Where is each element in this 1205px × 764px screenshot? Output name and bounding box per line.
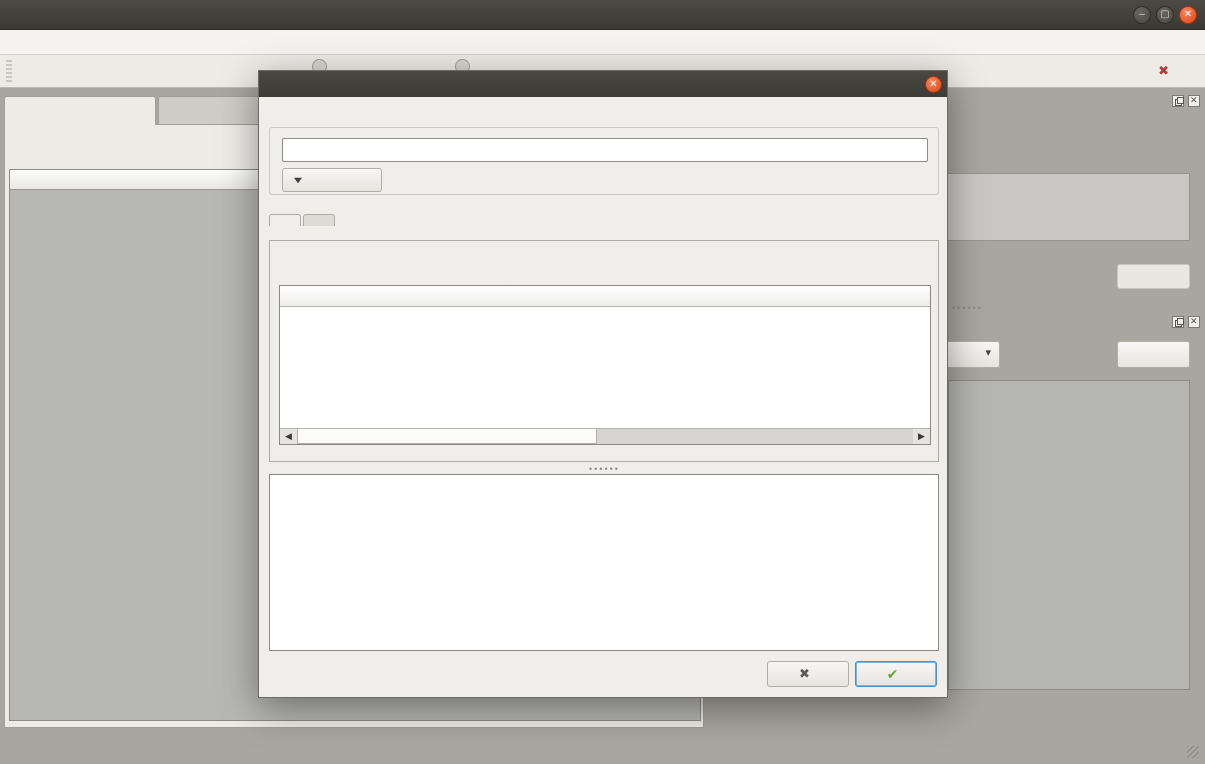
fields-tab-panel: ◀ ▶: [269, 240, 939, 462]
dock-close-icon[interactable]: [1188, 95, 1200, 107]
close-database-icon: ✖: [1158, 63, 1169, 79]
cancel-button[interactable]: ✖: [767, 661, 849, 687]
toolbar-drag-handle[interactable]: [6, 60, 12, 82]
fields-hscrollbar[interactable]: ◀ ▶: [280, 428, 930, 444]
dock2-close-icon[interactable]: [1188, 316, 1200, 328]
chevron-down-icon: [294, 177, 302, 183]
ok-button[interactable]: ✔: [855, 661, 937, 687]
table-name-input[interactable]: [282, 138, 928, 162]
advanced-button[interactable]: [282, 168, 382, 192]
tab-database-structure[interactable]: [4, 96, 156, 125]
new-database-button[interactable]: [20, 67, 42, 75]
tab-fields[interactable]: [269, 214, 301, 226]
clear-button[interactable]: [1117, 341, 1190, 368]
close-icon[interactable]: ✕: [1179, 6, 1197, 24]
scroll-right-icon[interactable]: ▶: [913, 429, 930, 444]
app-window: – ▢ ✕ ✖: [0, 0, 1205, 764]
minimize-icon[interactable]: –: [1133, 6, 1151, 24]
dialog-titlebar: ✕: [259, 71, 947, 97]
attach-database-button: [1122, 67, 1138, 75]
dock2-float-icon[interactable]: [1172, 316, 1184, 328]
edit-table-dialog: ✕ ◀: [258, 70, 948, 698]
dock-float-icon[interactable]: [1172, 95, 1184, 107]
resize-grip[interactable]: [1187, 746, 1199, 758]
tab-constraints[interactable]: [303, 214, 335, 226]
apply-button: [1117, 264, 1190, 289]
cell-editor-area[interactable]: [944, 173, 1190, 241]
dock-splitter[interactable]: ••••••: [952, 303, 983, 313]
maximize-icon[interactable]: ▢: [1156, 6, 1174, 24]
window-titlebar: – ▢ ✕: [0, 0, 1205, 30]
tab-browse-data[interactable]: [158, 96, 268, 124]
menubar: [0, 30, 1205, 55]
close-database-button[interactable]: ✖: [1150, 59, 1183, 83]
sql-preview-editor[interactable]: [269, 474, 939, 651]
fields-table: ◀ ▶: [279, 285, 931, 445]
ok-check-icon: ✔: [887, 666, 899, 683]
sql-log-area[interactable]: [948, 380, 1190, 690]
scroll-thumb[interactable]: [297, 429, 597, 444]
table-name-group: [269, 127, 939, 195]
cancel-x-icon: ✖: [799, 666, 810, 682]
dialog-close-icon[interactable]: ✕: [925, 76, 942, 93]
dialog-splitter[interactable]: ••••••: [589, 464, 620, 474]
open-database-button[interactable]: [56, 67, 78, 75]
scroll-left-icon[interactable]: ◀: [280, 429, 297, 444]
